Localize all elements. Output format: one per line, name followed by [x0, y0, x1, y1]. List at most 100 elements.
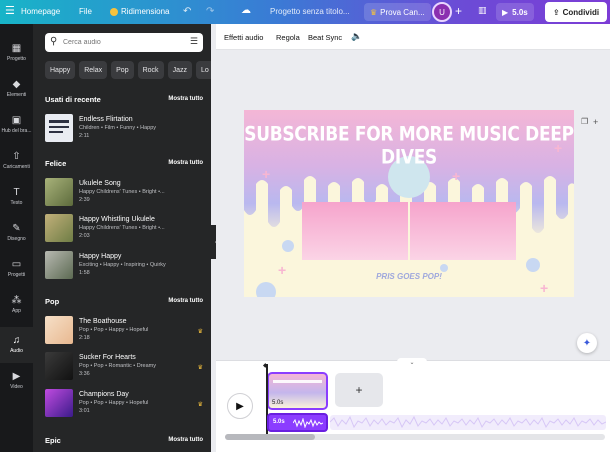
list-item[interactable]: Endless Flirtation Children • Film • Fun…: [45, 114, 205, 144]
add-collaborator-icon[interactable]: +: [455, 4, 462, 18]
timeline-scrollbar[interactable]: [225, 434, 605, 440]
volume-icon[interactable]: 🔈: [351, 31, 362, 42]
timeline-play-button[interactable]: ▶: [227, 393, 253, 419]
track-tags: Exciting • Happy • Inspiring • Quirky: [79, 262, 166, 268]
bubble: [282, 240, 294, 252]
photo-placeholder[interactable]: [410, 202, 516, 260]
present-button[interactable]: ▶ 5.0s: [496, 3, 534, 21]
section-title: Usati di recente: [45, 95, 101, 104]
see-all-link[interactable]: Mostra tutto: [168, 96, 203, 102]
track-title: The Boathouse: [79, 318, 127, 325]
document-title[interactable]: Progetto senza titolo...: [270, 7, 350, 16]
music-icon: ♫: [12, 335, 21, 346]
rail-item-elements[interactable]: ◆ Elementi: [0, 71, 33, 107]
track-tags: Happy Childrens' Tunes • Bright •...: [79, 225, 165, 231]
track-tags: Pop • Pop • Happy • Hopeful: [79, 400, 149, 406]
track-thumbnail: [45, 214, 73, 242]
list-item[interactable]: Ukulele Song Happy Childrens' Tunes • Br…: [45, 178, 205, 208]
track-title: Endless Flirtation: [79, 116, 133, 123]
rail-item-video[interactable]: ▶ Video: [0, 363, 33, 399]
audio-effects-button[interactable]: Effetti audio: [224, 33, 263, 42]
track-title: Champions Day: [79, 391, 129, 398]
rail-label: Caricamenti: [3, 164, 30, 170]
chip-relax[interactable]: Relax: [79, 61, 108, 79]
see-all-link[interactable]: Mostra tutto: [168, 437, 203, 443]
search-bar[interactable]: ⚲ ☰: [45, 33, 203, 52]
track-thumbnail: [45, 114, 73, 142]
rail-item-audio[interactable]: ♫ Audio: [0, 327, 33, 363]
context-toolbar: Effetti audio Regola Beat Sync 🔈: [216, 24, 610, 50]
list-item[interactable]: The Boathouse Pop • Pop • Happy • Hopefu…: [45, 316, 205, 346]
track-duration: 2:11: [79, 133, 90, 139]
rail-item-design[interactable]: ▦ Progetto: [0, 35, 33, 71]
track-duration: 2:03: [79, 233, 90, 239]
redo-icon[interactable]: ↷: [206, 6, 214, 17]
rail-item-apps[interactable]: ⁂ App: [0, 287, 33, 323]
home-button[interactable]: Homepage: [21, 7, 60, 16]
audio-panel: ⚲ ☰ Happy Relax Pop Rock Jazz Lo Usati d…: [33, 24, 211, 452]
cloud-sync-icon[interactable]: ☁: [241, 5, 251, 16]
design-subtitle[interactable]: PRIS GOES POP!: [244, 272, 574, 281]
see-all-link[interactable]: Mostra tutto: [168, 298, 203, 304]
add-clip-button[interactable]: +: [335, 373, 383, 407]
timeline-clip[interactable]: 5.0s: [267, 372, 328, 410]
share-button[interactable]: ⇪ Condividi: [545, 2, 607, 22]
brand-icon: ▣: [11, 115, 22, 126]
clip-title-preview: [273, 380, 322, 383]
duplicate-page-icon[interactable]: ❐: [581, 117, 588, 126]
crown-icon: ♛: [197, 365, 203, 371]
scrollbar-thumb[interactable]: [225, 434, 315, 440]
magic-assistant-button[interactable]: ✦: [577, 333, 597, 353]
rail-item-text[interactable]: T Testo: [0, 179, 33, 215]
clip-duration: 5.0s: [272, 400, 284, 406]
rail-label: Disegno: [7, 236, 26, 242]
chip-pop[interactable]: Pop: [111, 61, 134, 79]
rail-item-draw[interactable]: ✎ Disegno: [0, 215, 33, 251]
rail-item-uploads[interactable]: ⇧ Caricamenti: [0, 143, 33, 179]
audio-track[interactable]: 5.0s: [267, 413, 328, 432]
play-icon: ▶: [236, 400, 244, 412]
design-title[interactable]: SUBSCRIBE FOR MORE MUSIC DEEP DIVES: [244, 123, 574, 169]
avatar[interactable]: U: [432, 2, 452, 22]
rail-item-projects[interactable]: ▭ Progetti: [0, 251, 33, 287]
category-chips: Happy Relax Pop Rock Jazz Lo: [45, 61, 211, 79]
top-bar: ☰ Homepage File Ridimensiona ↶ ↷ ☁ Proge…: [0, 0, 610, 24]
track-title: Happy Happy: [79, 253, 122, 260]
chip-jazz[interactable]: Jazz: [167, 61, 192, 79]
crown-icon: ♛: [197, 402, 203, 408]
chevron-down-icon: ⌄: [409, 359, 415, 366]
rail-item-brand[interactable]: ▣ Hub del bra...: [0, 107, 33, 143]
try-pro-button[interactable]: ♛ Prova Can...: [364, 3, 431, 21]
timeline-toggle[interactable]: ⌄: [397, 358, 427, 366]
photo-placeholder[interactable]: [302, 202, 408, 260]
bubble: [440, 264, 448, 272]
hamburger-icon[interactable]: ☰: [5, 6, 15, 17]
see-all-link[interactable]: Mostra tutto: [168, 160, 203, 166]
icon-rail: ▦ Progetto ◆ Elementi ▣ Hub del bra... ⇧…: [0, 24, 33, 452]
list-item[interactable]: Happy Whistling Ukulele Happy Childrens'…: [45, 214, 205, 244]
list-item[interactable]: Champions Day Pop • Pop • Happy • Hopefu…: [45, 389, 205, 419]
resize-button[interactable]: Ridimensiona: [110, 7, 169, 16]
chip-rock[interactable]: Rock: [137, 61, 164, 79]
track-duration: 1:58: [79, 270, 90, 276]
rail-label: Testo: [10, 200, 23, 206]
chip-happy[interactable]: Happy: [45, 61, 76, 79]
insights-icon[interactable]: ▥: [478, 5, 487, 16]
search-input[interactable]: [63, 36, 173, 49]
file-menu[interactable]: File: [79, 7, 92, 16]
track-thumbnail: [45, 178, 73, 206]
add-page-icon[interactable]: +: [593, 117, 598, 127]
design-page[interactable]: + + + + + SUBSCRIBE FOR MORE MUSIC DEEP …: [244, 110, 574, 297]
playhead-marker[interactable]: ◆: [263, 362, 271, 369]
chip-lofi[interactable]: Lo: [195, 61, 211, 79]
beat-sync-button[interactable]: Beat Sync: [308, 33, 342, 42]
bubble: [526, 258, 540, 272]
list-item[interactable]: Happy Happy Exciting • Happy • Inspiring…: [45, 251, 205, 281]
adjust-button[interactable]: Regola: [276, 33, 300, 42]
draw-icon: ✎: [12, 223, 21, 234]
rail-label: Elementi: [6, 92, 27, 98]
undo-icon[interactable]: ↶: [183, 6, 191, 17]
list-item[interactable]: Sucker For Hearts Pop • Pop • Romantic •…: [45, 352, 205, 382]
apps-icon: ⁂: [11, 295, 22, 306]
filter-icon[interactable]: ☰: [190, 36, 198, 47]
